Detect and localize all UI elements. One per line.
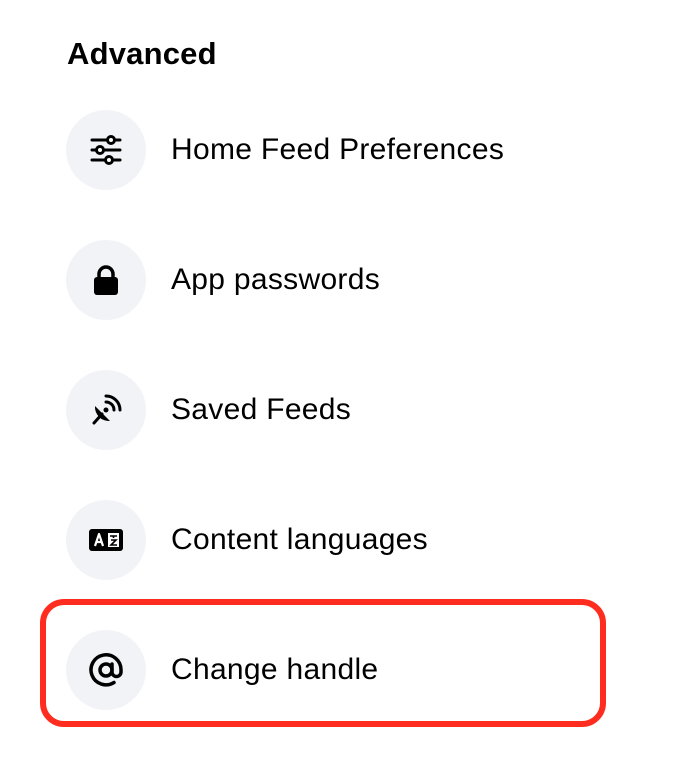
settings-item-content-languages[interactable]: Content languages <box>66 500 586 580</box>
advanced-settings-list: Home Feed Preferences App passwords Save… <box>0 0 680 760</box>
settings-item-label: Change handle <box>171 653 379 686</box>
sliders-icon <box>66 110 146 190</box>
satellite-dish-icon <box>66 370 146 450</box>
settings-item-home-feed-preferences[interactable]: Home Feed Preferences <box>66 110 586 190</box>
settings-item-label: Content languages <box>171 523 428 556</box>
settings-item-app-passwords[interactable]: App passwords <box>66 240 586 320</box>
settings-item-change-handle[interactable]: Change handle <box>66 630 586 710</box>
settings-item-label: App passwords <box>171 263 381 296</box>
settings-item-saved-feeds[interactable]: Saved Feeds <box>66 370 586 450</box>
settings-item-label: Saved Feeds <box>171 393 352 426</box>
language-icon <box>66 500 146 580</box>
lock-icon <box>66 240 146 320</box>
at-sign-icon <box>66 630 146 710</box>
settings-item-label: Home Feed Preferences <box>171 133 505 166</box>
